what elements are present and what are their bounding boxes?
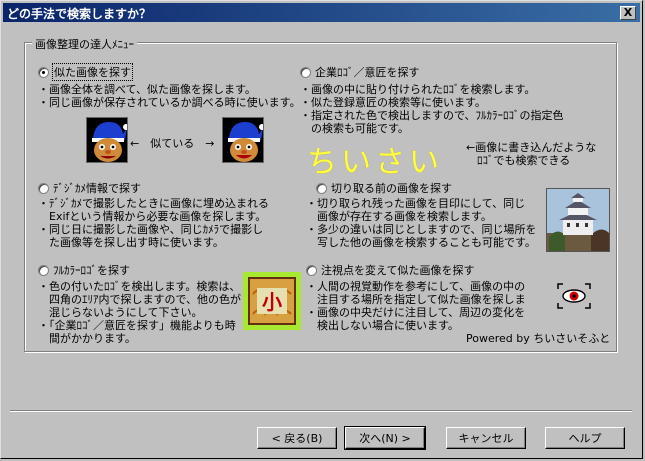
option-description: ・切り取られ残った画像を目印にして、同じ 画像が存在する画像を検索します。 ・多… [306,197,537,249]
full-color-logo-image: 小 [243,272,301,330]
back-button[interactable]: < 戻る(B) [257,427,337,449]
option-label: 注視点を変えて似た画像を探す [321,264,475,277]
chiisai-logo-text: ちいさい [307,145,443,180]
close-button[interactable]: X [620,6,636,20]
window-title: どの手法で検索しますか？ [7,7,152,21]
option-description: ・画像全体を調べて、似た画像を探します。 ・同じ画像が保存されているか調べる時に… [38,83,301,109]
radio-full-color-logo[interactable] [38,264,49,276]
option-label: ﾌﾙｶﾗｰﾛｺﾞを探す [53,264,130,277]
option-description: ・色の付いたﾛｺﾞを検出します。検索は、 四角のｴﾘｱ内で探しますので、他の色が… [38,280,242,345]
option-label: 切り取る前の画像を探す [331,182,452,195]
option-label: 企業ﾛｺﾞ／意匠を探す [315,66,420,79]
option-description: ・ﾃﾞｼﾞｶﾒで撮影したときに画像に埋め込まれる Exifという情報から必要な画… [38,197,269,249]
title-bar[interactable]: どの手法で検索しますか？ X [3,3,640,22]
next-button[interactable]: 次へ(N) > [344,426,426,450]
separator [10,410,632,412]
radio-similar-image[interactable] [38,66,49,78]
option-corporate-logo[interactable]: 企業ﾛｺﾞ／意匠を探す [300,64,420,80]
group-label: 画像整理の達人ﾒﾆｭｰ [32,36,137,52]
radio-corporate-logo[interactable] [300,66,311,78]
cancel-button[interactable]: キャンセル [446,427,526,449]
face-image-right [222,117,264,163]
logo-icon: 小 [243,272,301,330]
option-label: 似た画像を探す [52,63,133,81]
eye-icon [557,283,591,309]
face-image-left [86,117,128,163]
option-similar-image[interactable]: 似た画像を探す [38,63,133,81]
powered-by-text: Powered by ちいさいそふと [466,332,611,345]
cartoon-face-icon [223,118,263,162]
option-full-color-logo[interactable]: ﾌﾙｶﾗｰﾛｺﾞを探す [38,262,130,278]
radio-focus-point[interactable] [306,264,317,276]
logo-character: 小 [262,290,282,314]
help-button[interactable]: ヘルプ [545,427,625,449]
option-description: ・画像の中に貼り付けられたﾛｺﾞを検索します。 ・似た登録意匠の検索等に使います… [300,83,564,135]
radio-crop-source[interactable] [316,182,327,194]
castle-image [546,188,610,252]
option-description: ・人間の視覚動作を参考にして、画像の中の 注目する場所を指定して似た画像を探しま… [306,280,526,332]
option-label: ﾃﾞｼﾞｶﾒ情報で探す [53,182,141,195]
option-crop-source[interactable]: 切り取る前の画像を探す [316,180,452,196]
option-exif[interactable]: ﾃﾞｼﾞｶﾒ情報で探す [38,180,141,196]
similar-caption: ← 似ている → [130,137,215,150]
castle-icon [547,189,609,251]
cartoon-face-icon [87,118,127,162]
logo-note: ←画像に書き込んだような ﾛｺﾞでも検索できる [466,141,597,167]
radio-exif[interactable] [38,182,49,194]
option-focus-point[interactable]: 注視点を変えて似た画像を探す [306,262,474,278]
